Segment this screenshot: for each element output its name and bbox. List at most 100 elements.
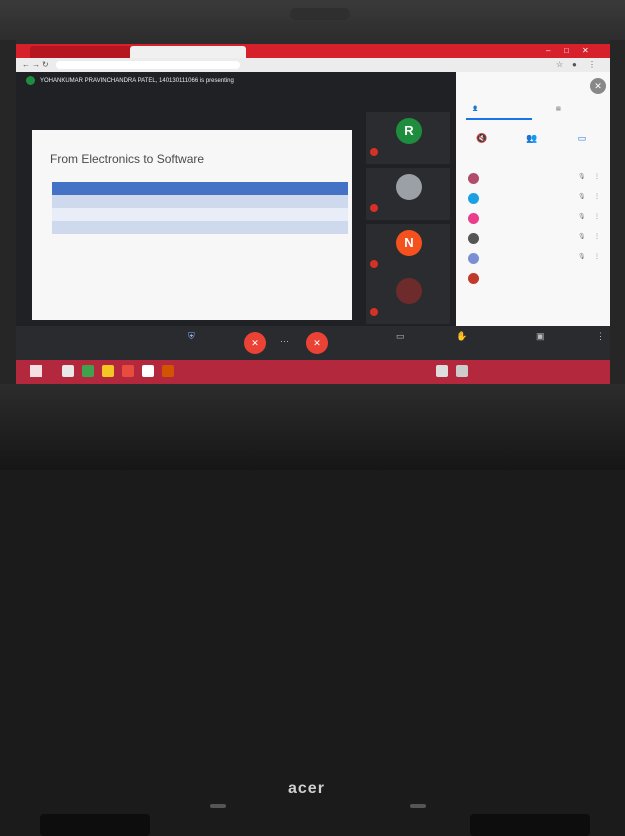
mic-icon[interactable]: 🎙 bbox=[578, 213, 586, 220]
url-field[interactable] bbox=[56, 61, 240, 69]
presenting-icon bbox=[26, 76, 35, 85]
avatar bbox=[468, 273, 479, 284]
more-icon[interactable]: ⋮ bbox=[594, 213, 600, 220]
tab-people[interactable]: 👤 bbox=[472, 106, 478, 112]
raise-hand-icon[interactable]: ✋ bbox=[456, 331, 467, 342]
avatar bbox=[468, 233, 479, 244]
list-item[interactable]: 🎙 ⋮ bbox=[466, 210, 606, 228]
reload-icon[interactable]: ↻ bbox=[42, 60, 49, 69]
add-people-icon: 👥 bbox=[526, 133, 538, 143]
panel-action-button[interactable]: 🔇 bbox=[462, 128, 502, 146]
avatar: N bbox=[396, 230, 422, 256]
maximize-icon[interactable]: □ bbox=[564, 46, 569, 55]
taskbar-tray-icon[interactable] bbox=[456, 365, 468, 377]
browser-tab-active[interactable] bbox=[130, 46, 246, 58]
laptop-right-bezel bbox=[610, 40, 625, 400]
list-item[interactable] bbox=[466, 270, 606, 288]
mic-icon[interactable]: 🎙 bbox=[578, 193, 586, 200]
taskbar-app-icon[interactable] bbox=[122, 365, 134, 377]
list-item[interactable]: 🎙 ⋮ bbox=[466, 190, 606, 208]
mic-toggle-button[interactable]: ✕ bbox=[244, 332, 266, 354]
table-row bbox=[52, 195, 348, 208]
mic-muted-icon bbox=[370, 204, 378, 212]
star-icon[interactable]: ☆ bbox=[556, 60, 563, 69]
more-options-icon[interactable]: ⋯ bbox=[280, 336, 289, 347]
menu-icon[interactable]: ⋮ bbox=[588, 60, 596, 69]
presented-slide: From Electronics to Software bbox=[32, 130, 352, 320]
minimize-icon[interactable]: – bbox=[546, 46, 550, 55]
tab-chat[interactable]: ▤ bbox=[556, 106, 561, 112]
close-icon[interactable]: ✕ bbox=[590, 78, 606, 94]
participant-tile[interactable] bbox=[366, 272, 450, 324]
present-icon: ▭ bbox=[577, 133, 587, 143]
browser-tab-bar: – □ ✕ bbox=[16, 44, 610, 58]
laptop-bottom-bezel: acer bbox=[0, 384, 625, 836]
slide-table bbox=[52, 182, 348, 234]
start-button-icon[interactable] bbox=[30, 365, 42, 377]
forward-icon[interactable]: → bbox=[32, 60, 40, 69]
webcam-area bbox=[290, 8, 350, 20]
right-hinge bbox=[470, 814, 590, 836]
taskbar-app-icon[interactable] bbox=[82, 365, 94, 377]
call-controls-bar: ⛨ ✕ ⋯ ✕ ▭ ✋ ▣ ⋮ bbox=[16, 326, 610, 360]
more-icon[interactable]: ⋮ bbox=[594, 253, 600, 260]
avatar: R bbox=[396, 118, 422, 144]
taskbar-app-icon[interactable] bbox=[102, 365, 114, 377]
kebab-menu-icon[interactable]: ⋮ bbox=[596, 331, 605, 342]
profile-icon[interactable]: ● bbox=[572, 60, 577, 69]
captions-icon[interactable]: ▭ bbox=[396, 331, 405, 342]
present-now-icon[interactable]: ▣ bbox=[536, 331, 545, 342]
mic-muted-icon bbox=[370, 148, 378, 156]
more-icon[interactable]: ⋮ bbox=[594, 173, 600, 180]
back-icon[interactable]: ← bbox=[22, 60, 30, 69]
taskbar-app-icon[interactable] bbox=[142, 365, 154, 377]
laptop-brand-logo: acer bbox=[288, 780, 325, 797]
status-indicators bbox=[210, 804, 430, 812]
mute-all-icon: 🔇 bbox=[476, 133, 488, 143]
participant-tile[interactable]: R bbox=[366, 112, 450, 164]
laptop-screen: – □ ✕ ← → ↻ ☆ ● ⋮ YOHANKUMAR PRAVINCHAND… bbox=[16, 44, 610, 384]
participant-tile[interactable]: N bbox=[366, 224, 450, 276]
avatar bbox=[468, 173, 479, 184]
laptop-left-bezel bbox=[0, 40, 16, 400]
table-row bbox=[52, 221, 348, 234]
browser-tab[interactable] bbox=[30, 46, 132, 58]
more-icon[interactable]: ⋮ bbox=[594, 233, 600, 240]
list-item[interactable]: 🎙 ⋮ bbox=[466, 250, 606, 268]
shield-icon[interactable]: ⛨ bbox=[188, 331, 195, 342]
camera-toggle-button[interactable]: ✕ bbox=[306, 332, 328, 354]
panel-action-button[interactable]: 👥 bbox=[512, 128, 552, 146]
people-panel: ✕ 👤 ▤ 🔇 👥 ▭ 🎙 ⋮ 🎙 ⋮ 🎙 ⋮ 🎙 ⋮ 🎙 ⋮ bbox=[456, 72, 610, 326]
presenter-banner: YOHANKUMAR PRAVINCHANDRA PATEL, 14013011… bbox=[40, 78, 234, 84]
close-window-icon[interactable]: ✕ bbox=[582, 46, 589, 55]
mic-muted-icon bbox=[370, 260, 378, 268]
avatar bbox=[468, 253, 479, 264]
laptop-top-bezel bbox=[0, 0, 625, 48]
meet-stage: YOHANKUMAR PRAVINCHANDRA PATEL, 14013011… bbox=[16, 72, 456, 326]
avatar bbox=[396, 174, 422, 200]
taskbar-tray-icon[interactable] bbox=[436, 365, 448, 377]
left-hinge bbox=[40, 814, 150, 836]
avatar bbox=[396, 278, 422, 304]
panel-action-button[interactable]: ▭ bbox=[562, 128, 602, 146]
mic-icon[interactable]: 🎙 bbox=[578, 233, 586, 240]
windows-taskbar bbox=[16, 360, 610, 384]
indicator-light bbox=[210, 804, 226, 808]
avatar bbox=[468, 193, 479, 204]
mic-icon[interactable]: 🎙 bbox=[578, 253, 586, 260]
taskbar-app-icon[interactable] bbox=[162, 365, 174, 377]
mic-icon[interactable]: 🎙 bbox=[578, 173, 586, 180]
mic-muted-icon bbox=[370, 308, 378, 316]
address-bar: ← → ↻ ☆ ● ⋮ bbox=[16, 58, 610, 72]
taskbar-app-icon[interactable] bbox=[62, 365, 74, 377]
list-item[interactable]: 🎙 ⋮ bbox=[466, 170, 606, 188]
indicator-light bbox=[410, 804, 426, 808]
slide-title: From Electronics to Software bbox=[50, 152, 205, 166]
table-header-row bbox=[52, 182, 348, 195]
more-icon[interactable]: ⋮ bbox=[594, 193, 600, 200]
participant-tile[interactable] bbox=[366, 168, 450, 220]
table-row bbox=[52, 208, 348, 221]
avatar bbox=[468, 213, 479, 224]
active-tab-indicator bbox=[466, 118, 532, 120]
list-item[interactable]: 🎙 ⋮ bbox=[466, 230, 606, 248]
